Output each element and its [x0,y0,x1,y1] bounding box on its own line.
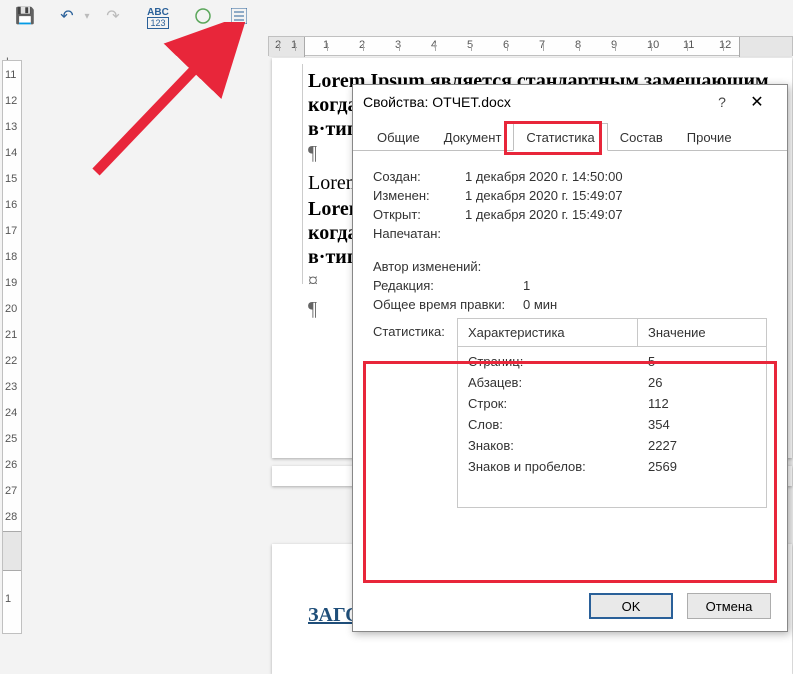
author-value [523,259,767,274]
statistics-table: Характеристика Значение Страниц:5Абзацев… [457,318,767,508]
ruler-tick: 10 [647,39,659,51]
stats-row-key: Страниц: [458,351,638,372]
close-button[interactable]: ✕ [737,92,777,112]
save-icon[interactable]: 💾 [14,6,36,26]
ruler-tick: 20 [5,303,17,315]
pilcrow-icon: ¶ [308,142,317,165]
author-label: Автор изменений: [373,259,523,274]
stats-row-val: 2569 [638,456,766,477]
undo-dropdown-icon[interactable]: ▾ [76,6,98,26]
shape-circle-icon[interactable] [192,6,214,26]
annotation-arrow [86,22,256,182]
edittime-value: 0 мин [523,297,767,312]
ruler-tick: 18 [5,251,17,263]
stats-row-key: Знаков: [458,435,638,456]
stats-row: Знаков и пробелов:2569 [458,456,766,477]
stats-row-val: 2227 [638,435,766,456]
stats-row-key: Знаков и пробелов: [458,456,638,477]
spellcheck-icon[interactable]: ABC123 [144,6,172,26]
opened-label: Открыт: [373,207,465,222]
tab-other[interactable]: Прочие [675,124,744,150]
stats-row-key: Слов: [458,414,638,435]
undo-icon[interactable]: ↶ [56,6,78,26]
edittime-label: Общее время правки: [373,297,523,312]
tab-statistics[interactable]: Статистика [513,123,607,151]
stats-head-value: Значение [638,319,766,346]
ruler-tick: 1 [5,593,11,605]
ruler-tick: 19 [5,277,17,289]
stats-row-val: 112 [638,393,766,414]
cancel-button[interactable]: Отмена [687,593,771,619]
ruler-tick: 11 [5,69,16,81]
opened-value: 1 декабря 2020 г. 15:49:07 [465,207,767,222]
ruler-tick: 26 [5,459,17,471]
stats-head-characteristic: Характеристика [458,319,638,346]
stats-row: Абзацев:26 [458,372,766,393]
printed-value [465,226,767,241]
ruler-tick: 22 [5,355,17,367]
list-icon[interactable] [228,6,250,26]
ruler-tick: 25 [5,433,17,445]
stats-row-val: 26 [638,372,766,393]
dialog-tabs: Общие Документ Статистика Состав Прочие [353,119,787,151]
stats-row: Знаков:2227 [458,435,766,456]
stats-row: Строк:112 [458,393,766,414]
dialog-title: Свойства: ОТЧЕТ.docx [363,94,707,110]
dialog-titlebar[interactable]: Свойства: ОТЧЕТ.docx ? ✕ [353,85,787,119]
ruler-tick: 28 [5,511,17,523]
ruler-tick: 13 [5,121,17,133]
stats-row-key: Строк: [458,393,638,414]
ruler-tick: 15 [5,173,17,185]
stats-row-val: 5 [638,351,766,372]
stats-row: Страниц:5 [458,351,766,372]
pilcrow-icon: ¶ [308,298,317,321]
help-button[interactable]: ? [707,94,737,110]
modified-value: 1 декабря 2020 г. 15:49:07 [465,188,767,203]
ruler-tick: 23 [5,381,17,393]
ruler-tick: 11 [683,39,694,51]
ruler-tick: 16 [5,199,17,211]
tab-general[interactable]: Общие [365,124,432,150]
stats-row: Слов:354 [458,414,766,435]
stats-row-val: 354 [638,414,766,435]
tab-contents[interactable]: Состав [608,124,675,150]
quick-access-toolbar: 💾 ↶ ▾ ↷ ABC123 [0,0,793,32]
ruler-tick: 12 [5,95,17,107]
redo-icon[interactable]: ↷ [102,6,124,26]
ruler-tick: 24 [5,407,17,419]
properties-dialog: Свойства: ОТЧЕТ.docx ? ✕ Общие Документ … [352,84,788,632]
revision-value: 1 [523,278,767,293]
statistics-label: Статистика: [373,318,457,508]
printed-label: Напечатан: [373,226,465,241]
modified-label: Изменен: [373,188,465,203]
ruler-tick: 21 [5,329,17,341]
created-value: 1 декабря 2020 г. 14:50:00 [465,169,767,184]
ruler-tick: 14 [5,147,17,159]
ruler-horizontal[interactable]: 21123456789101112 [268,36,793,56]
cell-end-icon: ¤ [308,270,318,293]
tab-document[interactable]: Документ [432,124,514,150]
ruler-tick: 12 [719,39,731,51]
ok-button[interactable]: OK [589,593,673,619]
ruler-tick: 27 [5,485,17,497]
revision-label: Редакция: [373,278,523,293]
dialog-body: Создан:1 декабря 2020 г. 14:50:00 Измене… [353,151,787,518]
created-label: Создан: [373,169,465,184]
ruler-tick: 17 [5,225,17,237]
stats-row-key: Абзацев: [458,372,638,393]
ruler-vertical[interactable]: 11 12 13 14 15 16 17 18 19 20 21 22 23 24 25 26 27 28 1 [2,60,22,634]
